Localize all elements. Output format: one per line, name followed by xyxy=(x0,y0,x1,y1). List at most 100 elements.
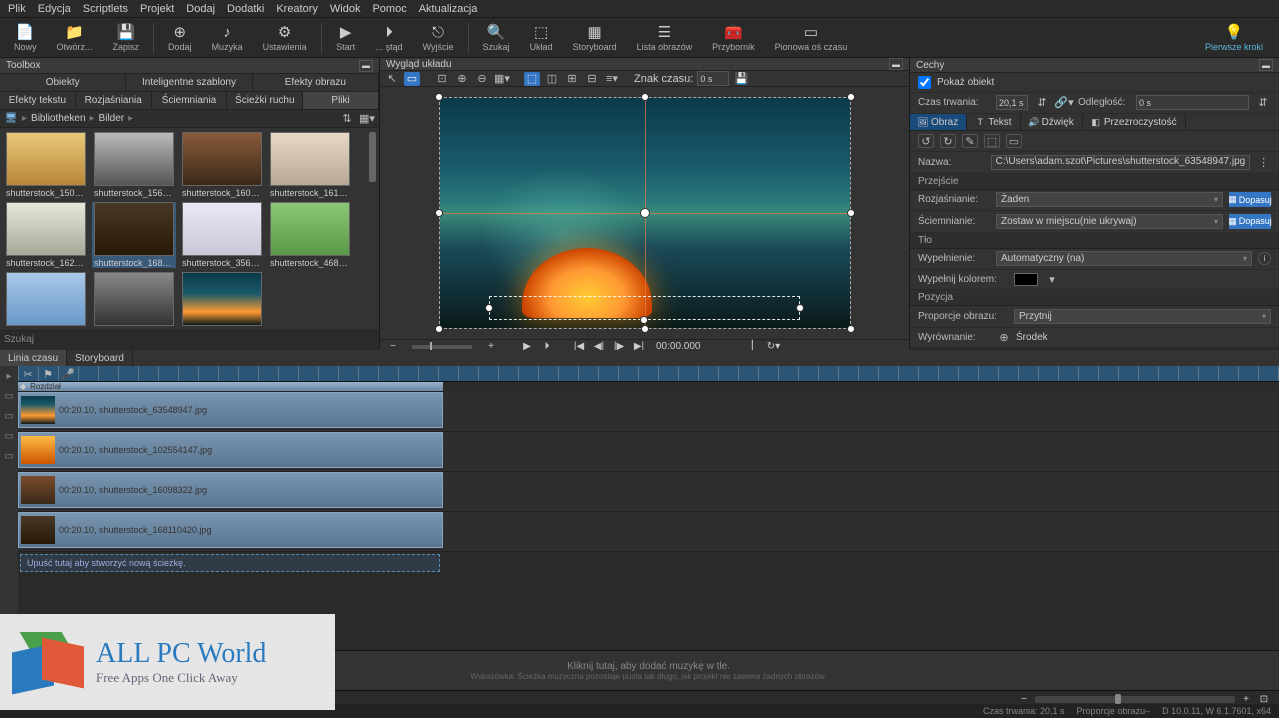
zoom-slider[interactable] xyxy=(412,345,472,349)
rotate-ccw-icon[interactable]: ↺ xyxy=(918,134,934,148)
browse-icon[interactable]: ⋮ xyxy=(1256,156,1271,170)
timeline-clip[interactable]: 00:20.10, shutterstock_63548947.jpg xyxy=(18,392,443,428)
aspect-select[interactable]: Przytnij xyxy=(1014,309,1271,324)
bc-images[interactable]: Bilder xyxy=(99,113,125,124)
spin-up-icon[interactable]: ⇵ xyxy=(1034,96,1050,110)
tb-start[interactable]: ▶Start xyxy=(326,18,366,58)
ruler-scissors-icon[interactable]: ✂ xyxy=(20,367,36,381)
tb-exit[interactable]: ⎋Wyjście xyxy=(413,18,464,58)
tb-layout[interactable]: ⬚Układ xyxy=(520,18,563,58)
props-close[interactable]: ▬ xyxy=(1259,59,1273,71)
tab-motionpaths[interactable]: Ścieżki ruchu xyxy=(227,92,303,109)
align-icon[interactable]: ≡▾ xyxy=(604,72,620,86)
rtab-opacity[interactable]: ◧Przezroczystość xyxy=(1083,114,1186,130)
zoom-in-icon[interactable]: ⊕ xyxy=(454,72,470,86)
tab-files[interactable]: Pliki xyxy=(303,92,379,109)
canvas-image[interactable] xyxy=(439,97,851,329)
duration-input[interactable]: 20,1 s xyxy=(996,95,1028,110)
tl-tab-timeline[interactable]: Linia czasu xyxy=(0,350,67,366)
menu-scriptlets[interactable]: Scriptlets xyxy=(83,3,128,15)
tb-imagelist[interactable]: ☰Lista obrazów xyxy=(627,18,703,58)
handle-rm[interactable] xyxy=(847,209,855,217)
tb-search[interactable]: 🔍Szukaj xyxy=(473,18,520,58)
tl-track2-icon[interactable]: ▭ xyxy=(0,406,18,426)
grid-icon[interactable]: ▦▾ xyxy=(494,72,510,86)
thumb-item[interactable] xyxy=(4,272,88,328)
tab-fadein[interactable]: Rozjaśniania xyxy=(76,92,152,109)
menu-dodaj[interactable]: Dodaj xyxy=(186,3,215,15)
thumb-item[interactable]: shutterstock_16220102 xyxy=(4,202,88,268)
tb-toolbox[interactable]: 🧰Przybornik xyxy=(702,18,765,58)
timeline-ruler[interactable]: ✂ ⚑ 🎤 xyxy=(18,366,1279,382)
menu-pomoc[interactable]: Pomoc xyxy=(372,3,406,15)
rotate-cw-icon[interactable]: ↻ xyxy=(940,134,956,148)
tb-from-here[interactable]: ⏵... ştąd xyxy=(366,18,413,58)
zoom-fit-icon[interactable]: ⊡ xyxy=(434,72,450,86)
tb-settings[interactable]: ⚙Ustawienia xyxy=(253,18,317,58)
handle-bl[interactable] xyxy=(435,325,443,333)
handle-tl[interactable] xyxy=(435,93,443,101)
rtab-sound[interactable]: 🔊Dźwięk xyxy=(1021,114,1083,130)
info-card-icon[interactable]: ▭ xyxy=(1006,134,1022,148)
toolbox-close[interactable]: ▬ xyxy=(359,60,373,72)
tb-new[interactable]: 📄Nowy xyxy=(4,18,47,58)
mark-time[interactable]: 0 s xyxy=(697,71,729,86)
monitor-icon[interactable]: 🖥 xyxy=(4,113,18,124)
preview-close[interactable]: ▬ xyxy=(889,58,903,70)
menu-kreatory[interactable]: Kreatory xyxy=(276,3,318,15)
tb-save[interactable]: 💾Zapisz xyxy=(103,18,150,58)
safe-icon[interactable]: ◫ xyxy=(544,72,560,86)
rtab-image[interactable]: 🖼Obraz xyxy=(910,114,967,130)
text-selection[interactable] xyxy=(489,296,801,320)
tab-objects[interactable]: Obiekty xyxy=(0,74,126,91)
thumb-item[interactable] xyxy=(180,272,264,328)
link-icon[interactable]: 🔗▾ xyxy=(1056,96,1072,110)
tl-tab-storyboard[interactable]: Storyboard xyxy=(67,350,133,366)
menu-dodatki[interactable]: Dodatki xyxy=(227,3,264,15)
thumb-item[interactable]: shutterstock_35613667 xyxy=(180,202,264,268)
tl-track4-icon[interactable]: ▭ xyxy=(0,446,18,466)
del-frame-icon[interactable]: ⊟ xyxy=(584,72,600,86)
tab-templates[interactable]: Inteligentne szablony xyxy=(126,74,252,91)
tl-zoom-slider[interactable] xyxy=(1035,696,1235,703)
thumb-item[interactable]: shutterstock_46865710 xyxy=(268,202,352,268)
tb-open[interactable]: 📁Otwórz... xyxy=(47,18,103,58)
canvas[interactable] xyxy=(380,87,909,339)
tb-add[interactable]: ⊕Dodaj xyxy=(158,18,202,58)
ruler-flag-icon[interactable]: ⚑ xyxy=(40,367,56,381)
ruler-mic-icon[interactable]: 🎤 xyxy=(60,367,76,381)
fadein-adjust[interactable]: ▦Dopasuj xyxy=(1229,192,1271,207)
handle-tr[interactable] xyxy=(847,93,855,101)
tl-track1-icon[interactable]: ▭ xyxy=(0,386,18,406)
thumb-item[interactable]: shutterstock_15679466 xyxy=(92,132,176,198)
sort-icon[interactable]: ⇅ xyxy=(339,112,355,126)
tb-vtimeline[interactable]: ▭Pionowa oś czasu xyxy=(765,18,858,58)
timeline-clip[interactable]: 00:20.10, shutterstock_168110420.jpg xyxy=(18,512,443,548)
menu-widok[interactable]: Widok xyxy=(330,3,361,15)
drop-track[interactable]: Upuść tutaj aby stworzyć nową ścieżkę. xyxy=(20,554,440,572)
thumb-item[interactable]: shutterstock_16098322 xyxy=(180,132,264,198)
info-icon[interactable]: i xyxy=(1258,252,1271,265)
handle-center[interactable] xyxy=(640,208,650,218)
tb-storyboard[interactable]: ▦Storyboard xyxy=(563,18,627,58)
delay-spin-icon[interactable]: ⇵ xyxy=(1255,96,1271,110)
fill-select[interactable]: Automatyczny (na) xyxy=(996,251,1252,266)
thumb-item[interactable]: shutterstock_168110... xyxy=(92,202,176,268)
thumb-item[interactable] xyxy=(92,272,176,328)
rtab-text[interactable]: TTekst xyxy=(967,114,1020,130)
tab-effects[interactable]: Efekty obrazu xyxy=(253,74,379,91)
tab-fadeout[interactable]: Ściemniania xyxy=(152,92,228,109)
tl-track3-icon[interactable]: ▭ xyxy=(0,426,18,446)
name-input[interactable]: C:\Users\adam.szot\Pictures\shutterstock… xyxy=(991,155,1251,170)
color-drop-icon[interactable]: ▾ xyxy=(1044,273,1060,287)
tab-texteffects[interactable]: Efekty tekstu xyxy=(0,92,76,109)
select-icon[interactable]: ▭ xyxy=(404,72,420,86)
snap-icon[interactable]: ⬚ xyxy=(524,72,540,86)
add-frame-icon[interactable]: ⊞ xyxy=(564,72,580,86)
handle-lm[interactable] xyxy=(435,209,443,217)
menu-plik[interactable]: Plik xyxy=(8,3,26,15)
handle-tm[interactable] xyxy=(641,93,649,101)
view-icon[interactable]: ▦▾ xyxy=(359,112,375,126)
thumb-item[interactable]: shutterstock_15055036 xyxy=(4,132,88,198)
delay-input[interactable]: 0 s xyxy=(1136,95,1249,110)
